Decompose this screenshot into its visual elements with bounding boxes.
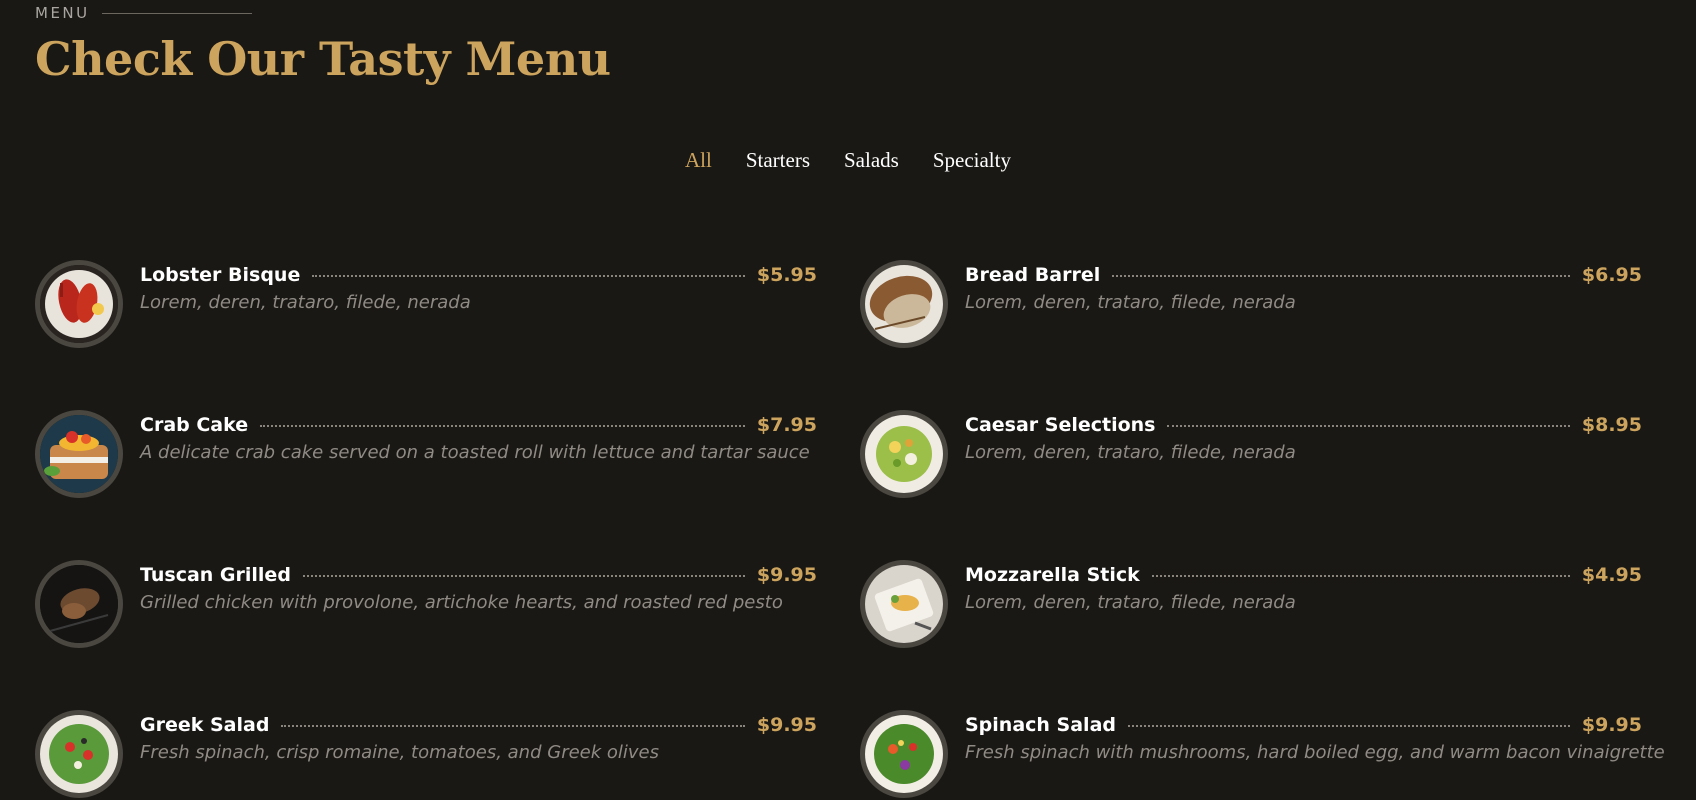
item-price: $9.95 bbox=[1581, 714, 1642, 736]
filter-tab-starters[interactable]: Starters bbox=[729, 148, 827, 173]
item-price: $9.95 bbox=[756, 564, 817, 586]
spinach-salad-image bbox=[860, 710, 948, 798]
item-name: Mozzarella Stick bbox=[965, 564, 1140, 586]
menu-item: Crab Cake $7.95 A delicate crab cake ser… bbox=[35, 410, 817, 500]
item-description: Lorem, deren, trataro, filede, nerada bbox=[965, 292, 1296, 313]
page-title: Check Our Tasty Menu bbox=[35, 32, 611, 86]
leader-dots bbox=[1151, 575, 1570, 577]
leader-dots bbox=[312, 275, 745, 277]
item-description: Lorem, deren, trataro, filede, nerada bbox=[140, 292, 471, 313]
leader-dots bbox=[260, 425, 745, 427]
leader-dots bbox=[1167, 425, 1570, 427]
item-name: Crab Cake bbox=[140, 414, 249, 436]
filter-tab-salads[interactable]: Salads bbox=[827, 148, 916, 173]
item-name: Greek Salad bbox=[140, 714, 270, 736]
caesar-selections-image bbox=[860, 410, 948, 498]
menu-item: Mozzarella Stick $4.95 Lorem, deren, tra… bbox=[860, 560, 1642, 650]
item-description: A delicate crab cake served on a toasted… bbox=[140, 442, 810, 463]
section-header: MENU Check Our Tasty Menu bbox=[35, 0, 611, 85]
item-description: Lorem, deren, trataro, filede, nerada bbox=[965, 442, 1296, 463]
menu-item: Tuscan Grilled $9.95 Grilled chicken wit… bbox=[35, 560, 817, 650]
item-name: Lobster Bisque bbox=[140, 264, 301, 286]
bread-barrel-image bbox=[860, 260, 948, 348]
menu-item: Lobster Bisque $5.95 Lorem, deren, trata… bbox=[35, 260, 817, 350]
filter-tab-all[interactable]: All bbox=[668, 148, 729, 173]
item-name: Caesar Selections bbox=[965, 414, 1156, 436]
menu-item: Greek Salad $9.95 Fresh spinach, crisp r… bbox=[35, 710, 817, 800]
menu-item: Caesar Selections $8.95 Lorem, deren, tr… bbox=[860, 410, 1642, 500]
crab-cake-image bbox=[35, 410, 123, 498]
greek-salad-image bbox=[35, 710, 123, 798]
item-price: $4.95 bbox=[1581, 564, 1642, 586]
item-name: Spinach Salad bbox=[965, 714, 1116, 736]
item-price: $6.95 bbox=[1581, 264, 1642, 286]
item-description: Fresh spinach with mushrooms, hard boile… bbox=[965, 742, 1665, 763]
item-price: $8.95 bbox=[1581, 414, 1642, 436]
eyebrow-label: MENU bbox=[35, 4, 90, 22]
filter-tab-specialty[interactable]: Specialty bbox=[916, 148, 1028, 173]
item-description: Fresh spinach, crisp romaine, tomatoes, … bbox=[140, 742, 660, 763]
mozzarella-stick-image bbox=[860, 560, 948, 648]
item-name: Tuscan Grilled bbox=[140, 564, 291, 586]
leader-dots bbox=[281, 725, 745, 727]
leader-dots bbox=[1112, 275, 1570, 277]
leader-dots bbox=[302, 575, 745, 577]
menu-item: Spinach Salad $9.95 Fresh spinach with m… bbox=[860, 710, 1665, 800]
eyebrow: MENU bbox=[35, 0, 611, 26]
lobster-bisque-image bbox=[35, 260, 123, 348]
item-price: $7.95 bbox=[756, 414, 817, 436]
menu-filters: All Starters Salads Specialty bbox=[0, 148, 1696, 173]
leader-dots bbox=[1128, 725, 1570, 727]
item-name: Bread Barrel bbox=[965, 264, 1101, 286]
menu-item: Bread Barrel $6.95 Lorem, deren, trataro… bbox=[860, 260, 1642, 350]
item-description: Lorem, deren, trataro, filede, nerada bbox=[965, 592, 1296, 613]
item-description: Grilled chicken with provolone, artichok… bbox=[140, 592, 783, 613]
eyebrow-divider bbox=[101, 12, 252, 14]
item-price: $5.95 bbox=[756, 264, 817, 286]
item-price: $9.95 bbox=[756, 714, 817, 736]
tuscan-grilled-image bbox=[35, 560, 123, 648]
